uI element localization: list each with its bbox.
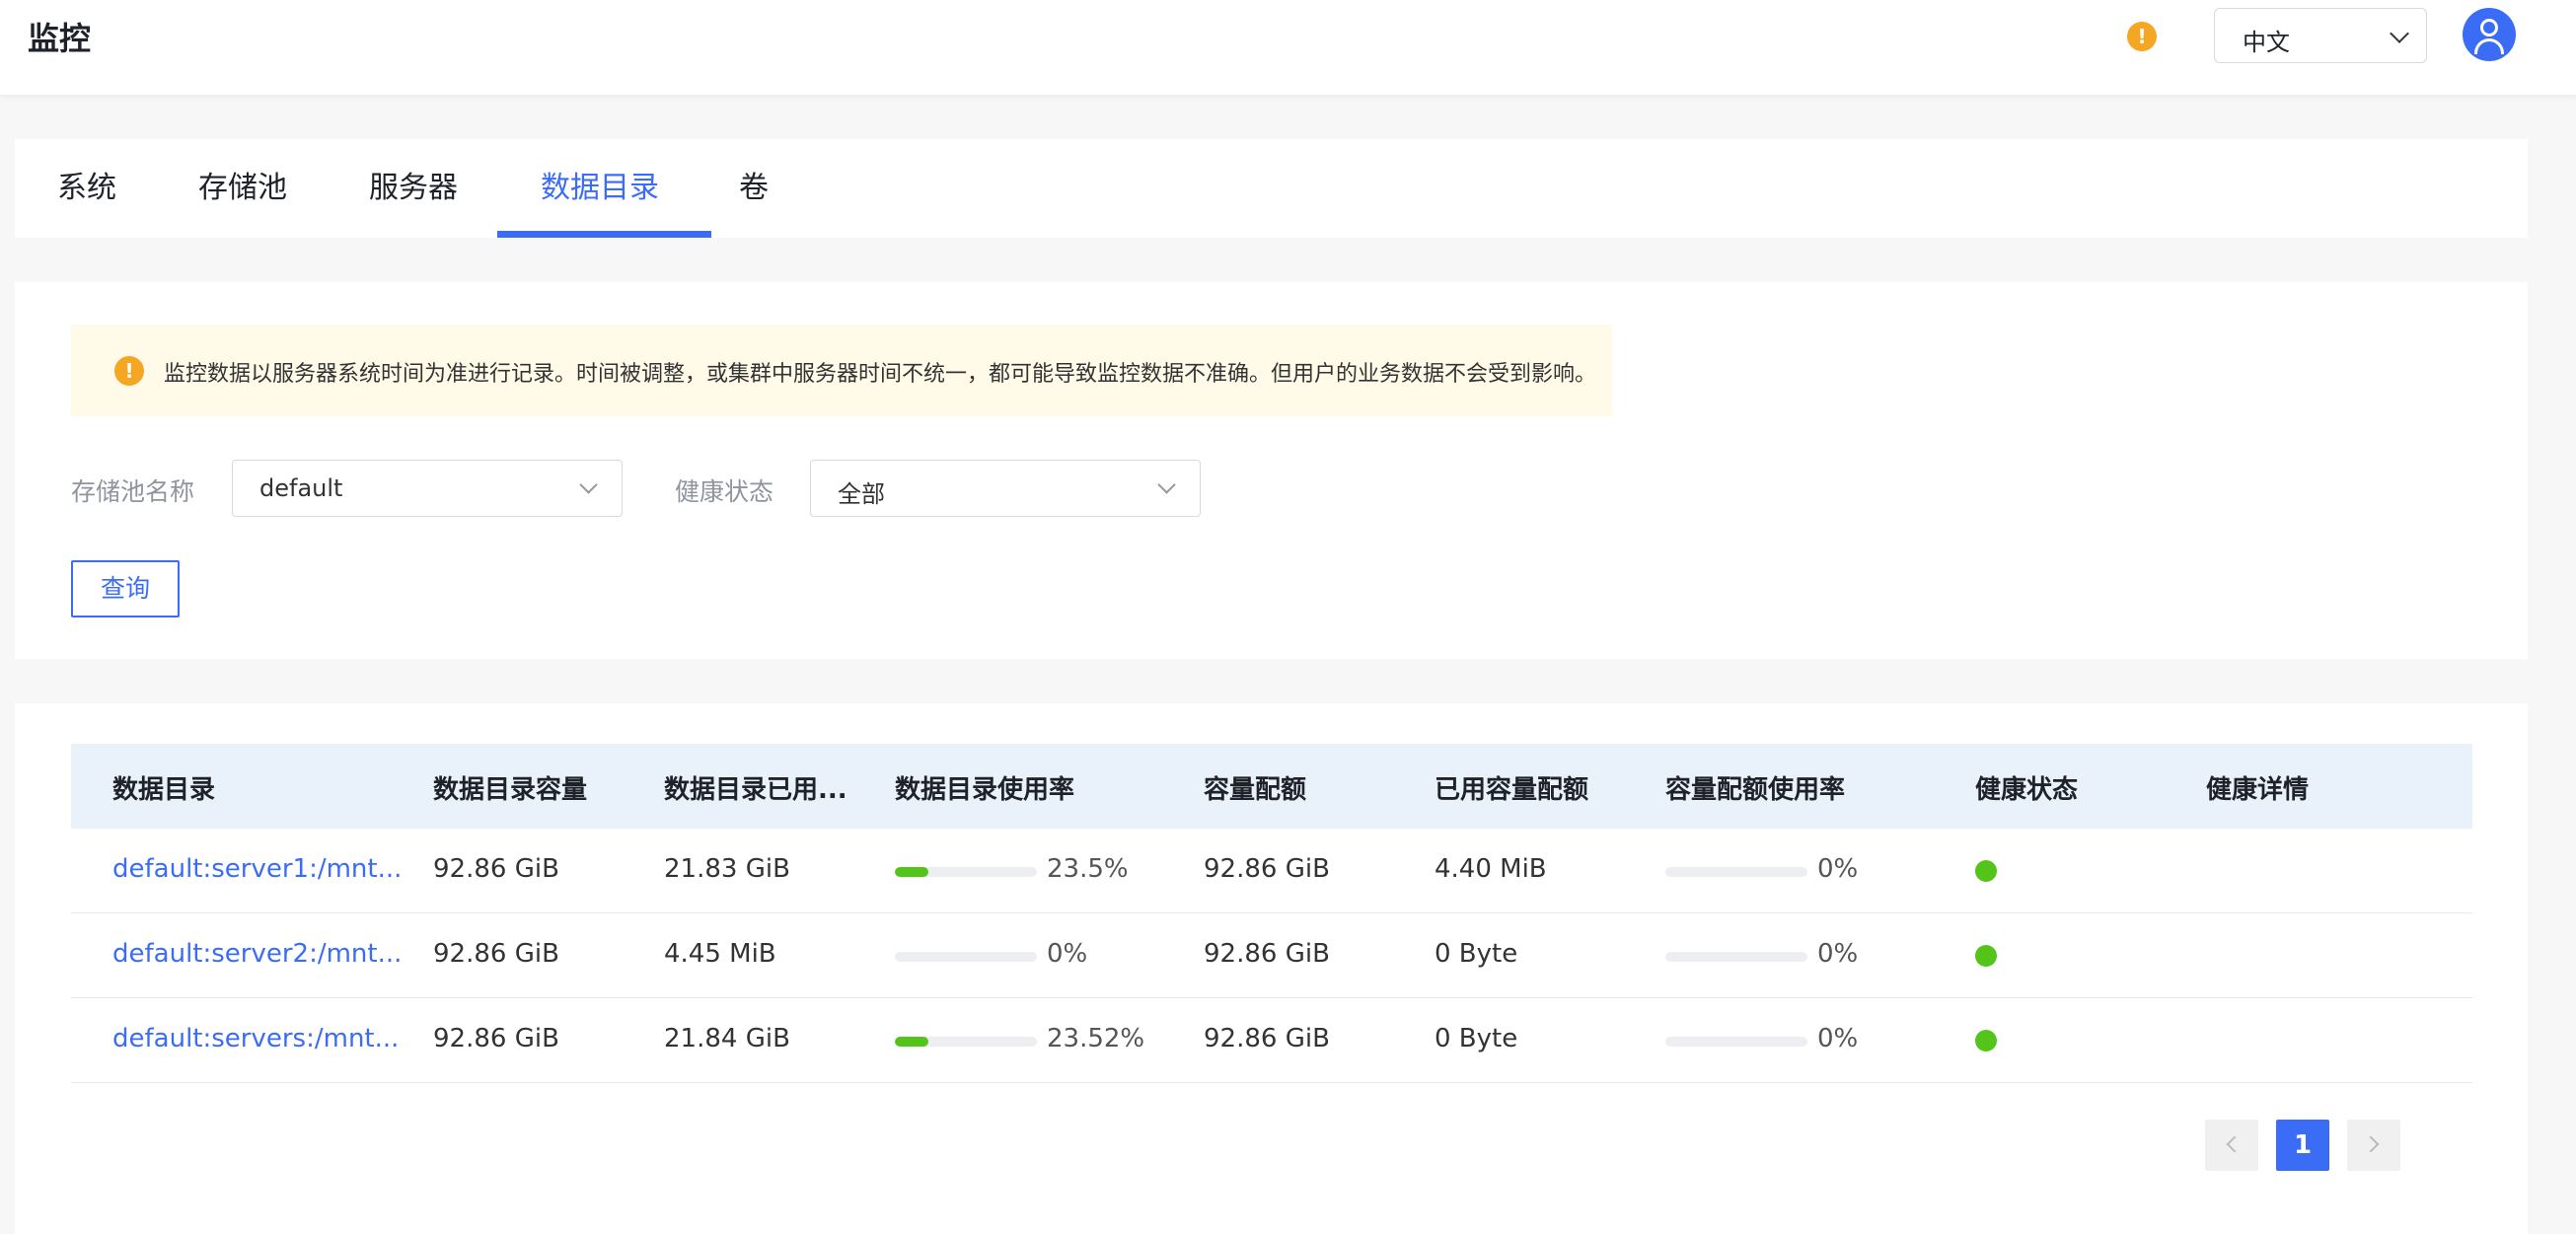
quota-percent: 0% [1817, 1024, 1859, 1053]
table-row: default:servers:/mnt... 92.86 GiB 21.84 … [71, 998, 2472, 1083]
quota-percent: 0% [1817, 939, 1859, 969]
user-avatar-icon[interactable] [2463, 8, 2516, 61]
data-directory-link[interactable]: default:servers:/mnt... [112, 1024, 399, 1053]
tab-volume[interactable]: 卷 [739, 139, 769, 238]
used-cell: 4.45 MiB [664, 939, 776, 969]
top-header: 监控 ! 中文 [0, 0, 2576, 95]
health-status-icon [1975, 860, 1997, 882]
chevron-down-icon [579, 475, 598, 494]
pool-name-select[interactable]: default [232, 460, 623, 517]
tab-data-directory[interactable]: 数据目录 [541, 139, 659, 238]
quota-cell: 92.86 GiB [1204, 939, 1330, 969]
tab-bar: 系统 存储池 服务器 数据目录 卷 [15, 139, 2528, 238]
page-number-current[interactable]: 1 [2276, 1120, 2329, 1171]
warning-icon[interactable]: ! [2127, 22, 2157, 51]
table-header: 数据目录 数据目录容量 数据目录已用... 数据目录使用率 容量配额 已用容量配… [71, 744, 2472, 829]
notice-banner: ! 监控数据以服务器系统时间为准进行记录。时间被调整，或集群中服务器时间不统一，… [71, 325, 1612, 416]
language-select[interactable]: 中文 [2214, 8, 2427, 63]
column-header: 健康详情 [2206, 775, 2310, 805]
chevron-left-icon [2226, 1135, 2244, 1153]
next-page-button[interactable] [2347, 1120, 2400, 1171]
health-status-icon [1975, 1030, 1997, 1052]
query-button[interactable]: 查询 [71, 560, 180, 617]
prev-page-button[interactable] [2205, 1120, 2258, 1171]
quota-progress-bar [1665, 952, 1807, 962]
page-title: 监控 [28, 20, 92, 57]
usage-progress-bar [895, 1037, 1037, 1047]
quota-percent: 0% [1817, 854, 1859, 884]
pool-name-label: 存储池名称 [71, 477, 195, 506]
health-status-icon [1975, 945, 1997, 967]
column-header: 数据目录容量 [433, 775, 588, 805]
quota-progress-bar [1665, 1037, 1807, 1047]
usage-percent: 0% [1047, 939, 1088, 969]
usage-progress-bar [895, 952, 1037, 962]
chevron-right-icon [2362, 1135, 2380, 1153]
tab-server[interactable]: 服务器 [369, 139, 458, 238]
pool-name-value: default [259, 474, 343, 502]
capacity-cell: 92.86 GiB [433, 854, 559, 884]
health-status-value: 全部 [838, 480, 885, 508]
quota-progress-bar [1665, 867, 1807, 877]
column-header: 数据目录 [112, 775, 216, 805]
tab-system[interactable]: 系统 [57, 139, 116, 238]
capacity-cell: 92.86 GiB [433, 1024, 559, 1053]
active-tab-indicator [497, 231, 711, 238]
table-row: default:server1:/mnt... 92.86 GiB 21.83 … [71, 829, 2472, 913]
column-header: 容量配额使用率 [1665, 775, 1846, 805]
usage-progress-bar [895, 867, 1037, 877]
column-header: 容量配额 [1204, 775, 1307, 805]
warning-icon: ! [114, 356, 144, 386]
filter-panel: ! 监控数据以服务器系统时间为准进行记录。时间被调整，或集群中服务器时间不统一，… [15, 282, 2528, 659]
column-header: 已用容量配额 [1435, 775, 1589, 805]
table-panel: 数据目录 数据目录容量 数据目录已用... 数据目录使用率 容量配额 已用容量配… [15, 703, 2528, 1234]
language-value: 中文 [2243, 29, 2290, 56]
capacity-cell: 92.86 GiB [433, 939, 559, 969]
quota-used-cell: 0 Byte [1435, 1024, 1518, 1053]
data-directory-link[interactable]: default:server1:/mnt... [112, 854, 402, 884]
chevron-down-icon [2390, 24, 2409, 43]
tab-storage-pool[interactable]: 存储池 [198, 139, 287, 238]
quota-cell: 92.86 GiB [1204, 854, 1330, 884]
used-cell: 21.84 GiB [664, 1024, 790, 1053]
column-header: 数据目录已用... [664, 775, 847, 805]
table-row: default:server2:/mnt... 92.86 GiB 4.45 M… [71, 913, 2472, 998]
notice-text: 监控数据以服务器系统时间为准进行记录。时间被调整，或集群中服务器时间不统一，都可… [164, 362, 1597, 387]
usage-percent: 23.52% [1047, 1024, 1145, 1053]
quota-used-cell: 0 Byte [1435, 939, 1518, 969]
health-status-label: 健康状态 [675, 477, 774, 506]
usage-percent: 23.5% [1047, 854, 1129, 884]
column-header: 数据目录使用率 [895, 775, 1075, 805]
data-directory-link[interactable]: default:server2:/mnt... [112, 939, 402, 969]
quota-cell: 92.86 GiB [1204, 1024, 1330, 1053]
chevron-down-icon [1157, 475, 1176, 494]
used-cell: 21.83 GiB [664, 854, 790, 884]
quota-used-cell: 4.40 MiB [1435, 854, 1547, 884]
column-header: 健康状态 [1975, 775, 2079, 805]
health-status-select[interactable]: 全部 [810, 460, 1201, 517]
